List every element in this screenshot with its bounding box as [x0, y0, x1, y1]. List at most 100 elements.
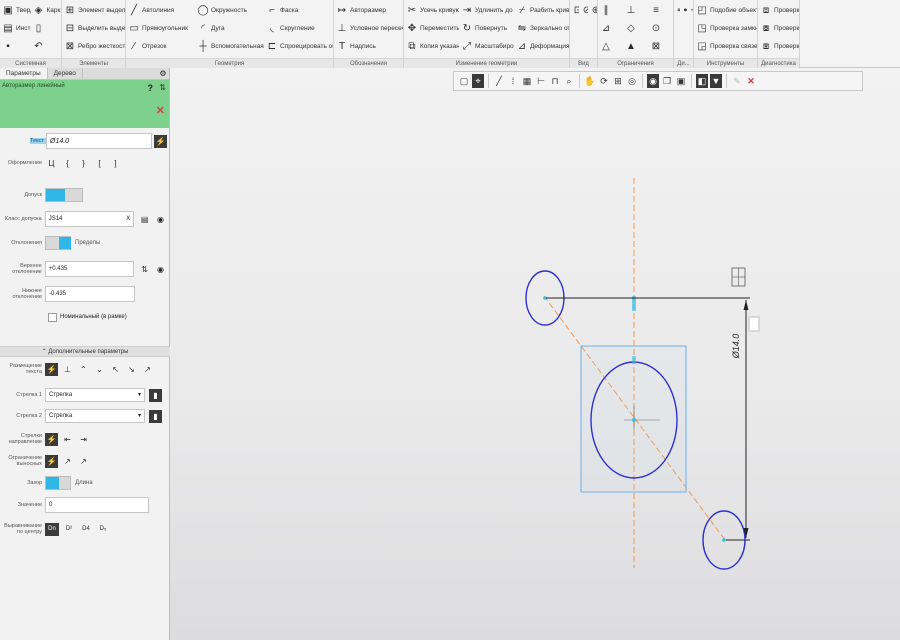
place-1-icon[interactable]: ⊥: [61, 363, 74, 376]
drawing-svg[interactable]: Ø14.0: [170, 68, 900, 640]
deviations-toggle[interactable]: [45, 236, 71, 250]
table-icon[interactable]: ▤: [138, 213, 151, 226]
ribbon-item-2-0[interactable]: ╱ Автолиния: [126, 1, 195, 19]
tolerance-class-field[interactable]: JS14 X: [44, 211, 135, 227]
filter-icon[interactable]: ▼: [710, 74, 722, 88]
clear-icon[interactable]: X: [126, 216, 130, 222]
ext-2-icon[interactable]: ↗: [77, 455, 90, 468]
pin-icon[interactable]: ⇅: [159, 83, 166, 92]
ribbon-item-4-5[interactable]: ⇋Зеркально отразить: [514, 19, 569, 37]
align-d5-button[interactable]: D₅: [96, 523, 110, 536]
ribbon-item-0-5[interactable]: ↶: [31, 37, 62, 55]
lower-deviation-field[interactable]: -0.435: [45, 286, 135, 302]
magnet-icon[interactable]: ⊓: [549, 74, 561, 88]
ribbon-item-5-1[interactable]: ⊘: [579, 1, 588, 19]
eye-icon-2[interactable]: ◉: [154, 263, 167, 276]
ribbon-item-4-2[interactable]: ⌿ Разбить кривую: [514, 1, 569, 19]
ribbon-item-1-0[interactable]: ⊞Элемент выделения: [62, 1, 125, 19]
ribbon-item-5-2[interactable]: ⊕: [588, 1, 597, 19]
ribbon-item-8-0[interactable]: ◰Подобие объекта: [694, 1, 757, 19]
ribbon-item-4-8[interactable]: ⊿Деформация сдвигом: [514, 37, 569, 55]
design-brace-close-icon[interactable]: }: [77, 157, 90, 170]
ribbon-item-0-2[interactable]: ▤Инструменты эскиза: [0, 19, 30, 37]
ribbon-group-label[interactable]: Вид: [570, 58, 597, 68]
tolerance-toggle[interactable]: [45, 188, 83, 202]
limits-label[interactable]: Пределы: [75, 240, 100, 246]
ribbon-item-9-0[interactable]: ⧈ Проверка наложений: [758, 1, 799, 19]
ribbon-item-6-8[interactable]: ⊠: [648, 37, 673, 55]
ribbon-item-2-6[interactable]: ∕ Отрезок: [126, 37, 195, 55]
pen-icon[interactable]: ✎: [731, 74, 743, 88]
ribbon-item-4-7[interactable]: ⤢ Масштабирование: [459, 37, 514, 55]
ribbon-item-7-2[interactable]: ⊸: [687, 1, 693, 19]
arrow1-options-icon[interactable]: ▮: [149, 388, 162, 402]
ribbon-item-9-2[interactable]: ⧆ Проверка размеров: [758, 37, 799, 55]
ribbon-item-2-5[interactable]: ◟ Скругление: [264, 19, 333, 37]
ribbon-group-label[interactable]: Ограничения: [598, 58, 673, 68]
eye-icon[interactable]: ◉: [154, 213, 167, 226]
ribbon-item-4-1[interactable]: ⇥Удлинить до ближайшего о...: [459, 1, 514, 19]
ribbon-item-4-4[interactable]: ↻ Повернуть: [459, 19, 514, 37]
arrows-out-icon[interactable]: ⇥: [77, 433, 90, 446]
ribbon-item-6-7[interactable]: ▲: [623, 37, 648, 55]
upper-deviation-field[interactable]: +0.435: [44, 261, 135, 277]
ribbon-item-8-1[interactable]: ◳Проверка замкнутости о...: [694, 19, 757, 37]
display-icon[interactable]: ◉: [647, 74, 659, 88]
cancel-icon[interactable]: ✕: [745, 74, 757, 88]
ribbon-item-6-2[interactable]: ≡: [648, 1, 673, 19]
ribbon-group-label[interactable]: Геометрия: [126, 58, 333, 68]
grid-icon[interactable]: ▦: [521, 74, 533, 88]
ortho-icon[interactable]: ⊢: [535, 74, 547, 88]
ribbon-item-2-4[interactable]: ◜ Дуга: [195, 19, 264, 37]
rotate-view-icon[interactable]: ⟳: [598, 74, 610, 88]
text-value-field[interactable]: Ø14.0: [46, 133, 152, 149]
ribbon-group-label[interactable]: Инструменты: [694, 58, 757, 68]
ribbon-item-0-0[interactable]: ▣Твердотельное моделирование: [0, 1, 30, 19]
ribbon-item-2-7[interactable]: ┼ Вспомогательная прямая: [195, 37, 264, 55]
layers-icon[interactable]: ❐: [661, 74, 673, 88]
section-icon[interactable]: ◧: [696, 74, 708, 88]
value-field[interactable]: 0: [45, 497, 149, 513]
place-auto-icon[interactable]: ⚡: [45, 362, 58, 376]
line-icon[interactable]: ╱: [493, 74, 505, 88]
design-center-icon[interactable]: Ц: [45, 157, 58, 170]
center-point-bottom[interactable]: [722, 538, 726, 542]
align-dn-button[interactable]: Dn: [45, 522, 59, 536]
arrow2-options-icon[interactable]: ▮: [149, 409, 162, 423]
panel-settings-icon[interactable]: ⚙: [157, 68, 169, 79]
close-command-icon[interactable]: ✕: [156, 104, 165, 117]
ribbon-item-4-0[interactable]: ✂ Усечь кривую: [404, 1, 459, 19]
align-d4-button[interactable]: D4: [79, 523, 93, 536]
ribbon-item-4-6[interactable]: ⧉ Копия указанием: [404, 37, 459, 55]
view-mode-icon[interactable]: ▣: [675, 74, 687, 88]
ribbon-item-2-2[interactable]: ⌐ Фаска: [264, 1, 333, 19]
ribbon-item-6-6[interactable]: △: [598, 37, 623, 55]
arrows-auto-icon[interactable]: ⚡: [45, 432, 58, 446]
ribbon-item-3-0[interactable]: ↦ Авторазмер: [334, 1, 403, 19]
ribbon-item-3-2[interactable]: T Надпись: [334, 37, 403, 55]
ribbon-item-1-1[interactable]: ⊟Выделить выделенные: [62, 19, 125, 37]
pan-icon[interactable]: ✋: [584, 74, 596, 88]
fit-icon[interactable]: ◎: [626, 74, 638, 88]
ribbon-item-4-3[interactable]: ✥Переместить по координатам: [404, 19, 459, 37]
ribbon-item-0-4[interactable]: ▪: [0, 37, 31, 55]
drawing-canvas[interactable]: Ø14.0: [170, 68, 900, 640]
ribbon-item-2-8[interactable]: ⊏Спроецировать объект: [264, 37, 333, 55]
ribbon-item-5-0[interactable]: ⊡: [570, 1, 579, 19]
center-point-main[interactable]: [632, 418, 636, 422]
ribbon-item-2-3[interactable]: ▭ Прямоугольник: [126, 19, 195, 37]
design-brace-open-icon[interactable]: {: [61, 157, 74, 170]
align-d2-button[interactable]: D²: [62, 523, 76, 536]
arrows-in-icon[interactable]: ⇤: [61, 433, 74, 446]
tab-tree[interactable]: Дерево: [48, 68, 83, 79]
ribbon-item-2-1[interactable]: ◯ Окружность: [195, 1, 264, 19]
select-icon[interactable]: ▢: [458, 74, 470, 88]
place-2-icon[interactable]: ⌃: [77, 363, 90, 376]
zoom-icon[interactable]: ⌕: [563, 74, 575, 88]
grid-dots-icon[interactable]: ⁞: [507, 74, 519, 88]
ribbon-item-8-2[interactable]: ◲Проверка связей объекта: [694, 37, 757, 55]
tab-parameters[interactable]: Параметры: [0, 68, 48, 79]
ribbon-item-3-1[interactable]: ⊥Условное пересечение: [334, 19, 403, 37]
ribbon-item-6-5[interactable]: ⊙: [648, 19, 673, 37]
place-6-icon[interactable]: ↗: [141, 363, 154, 376]
